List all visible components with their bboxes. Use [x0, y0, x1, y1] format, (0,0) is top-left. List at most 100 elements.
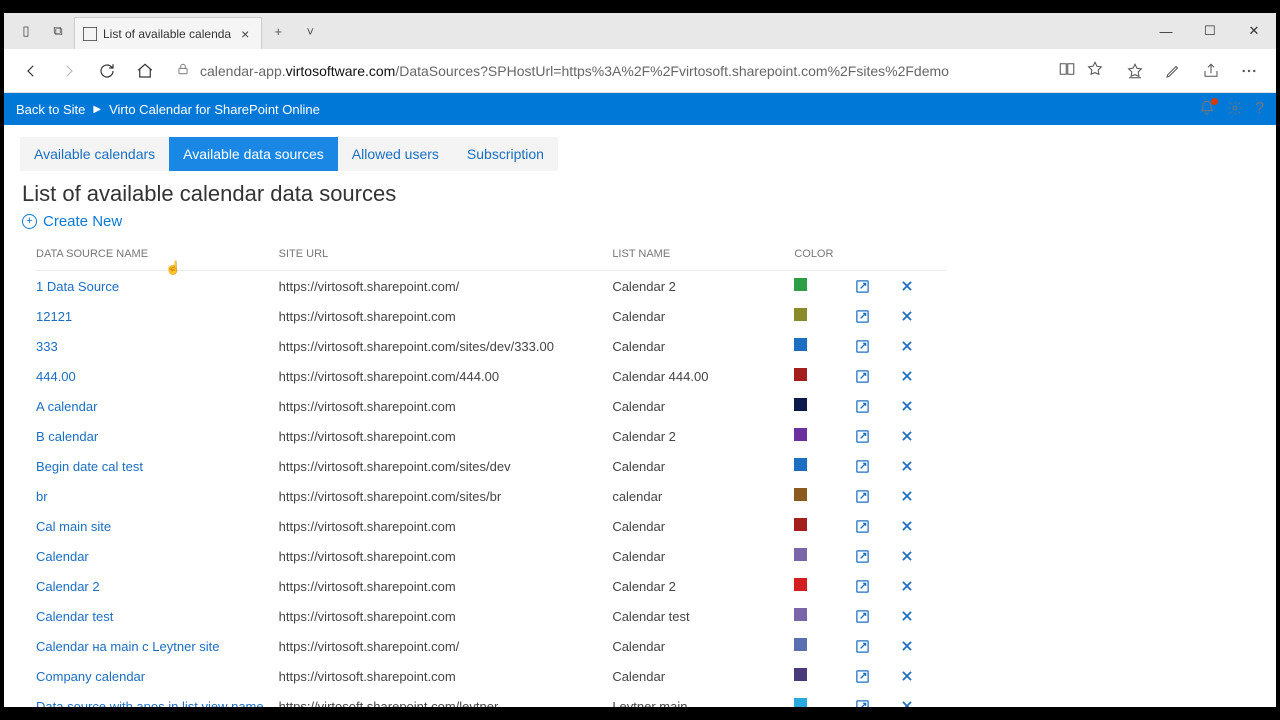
delete-button[interactable] [900, 421, 946, 451]
ds-name-link[interactable]: Company calendar [36, 661, 279, 691]
app-name-link[interactable]: Virto Calendar for SharePoint Online [109, 102, 320, 117]
ds-name-link[interactable]: Calendar [36, 541, 279, 571]
home-button[interactable] [128, 54, 162, 88]
table-row: Calendar testhttps://virtosoft.sharepoin… [36, 601, 946, 631]
tab-flyout-icon[interactable]: ˅ [294, 24, 326, 39]
table-row: Calendar 2https://virtosoft.sharepoint.c… [36, 571, 946, 601]
ds-name-link[interactable]: Calendar на main с Leytner site [36, 631, 279, 661]
favorite-star-icon[interactable] [1086, 60, 1104, 81]
ds-name-link[interactable]: 333 [36, 331, 279, 361]
page-tab-2[interactable]: Allowed users [338, 137, 453, 171]
tab-title: List of available calenda [103, 27, 231, 41]
delete-button[interactable] [900, 451, 946, 481]
ds-name-link[interactable]: Begin date cal test [36, 451, 279, 481]
ds-list: Calendar [612, 541, 794, 571]
edit-button[interactable] [855, 511, 901, 541]
col-color[interactable]: Color [794, 242, 855, 271]
ds-site: https://virtosoft.sharepoint.com [279, 571, 613, 601]
edit-button[interactable] [855, 451, 901, 481]
browser-tab[interactable]: List of available calenda × [74, 17, 262, 49]
table-row: 444.00https://virtosoft.sharepoint.com/4… [36, 361, 946, 391]
ds-color [794, 331, 855, 361]
edit-button[interactable] [855, 691, 901, 707]
page-tab-3[interactable]: Subscription [453, 137, 558, 171]
delete-button[interactable] [900, 301, 946, 331]
delete-button[interactable] [900, 631, 946, 661]
ds-site: https://virtosoft.sharepoint.com [279, 661, 613, 691]
share-icon[interactable] [1194, 54, 1228, 88]
delete-button[interactable] [900, 661, 946, 691]
ds-list: Calendar [612, 301, 794, 331]
edit-button[interactable] [855, 421, 901, 451]
edit-button[interactable] [855, 301, 901, 331]
address-bar[interactable]: calendar-app.virtosoftware.com/DataSourc… [166, 55, 1114, 87]
back-button[interactable] [14, 54, 48, 88]
edit-button[interactable] [855, 271, 901, 302]
ds-name-link[interactable]: 444.00 [36, 361, 279, 391]
ds-name-link[interactable]: 1 Data Source [36, 271, 279, 302]
ds-name-link[interactable]: Cal main site [36, 511, 279, 541]
reading-view-icon[interactable] [1058, 60, 1076, 81]
page-title: List of available calendar data sources [22, 181, 1276, 207]
more-icon[interactable] [1232, 54, 1266, 88]
ds-list: Calendar [612, 451, 794, 481]
delete-button[interactable] [900, 331, 946, 361]
favicon-icon [83, 27, 97, 41]
edit-button[interactable] [855, 541, 901, 571]
edit-button[interactable] [855, 601, 901, 631]
edit-button[interactable] [855, 361, 901, 391]
close-tab-icon[interactable]: × [237, 26, 253, 42]
delete-button[interactable] [900, 601, 946, 631]
new-tab-button[interactable]: + [262, 24, 294, 39]
forward-button[interactable] [52, 54, 86, 88]
maximize-button[interactable]: ☐ [1188, 17, 1232, 45]
ds-name-link[interactable]: 12121 [36, 301, 279, 331]
delete-button[interactable] [900, 481, 946, 511]
minimize-button[interactable]: — [1144, 17, 1188, 45]
table-row: B calendarhttps://virtosoft.sharepoint.c… [36, 421, 946, 451]
col-site[interactable]: Site URL [279, 242, 613, 271]
ds-site: https://virtosoft.sharepoint.com [279, 421, 613, 451]
edit-button[interactable] [855, 571, 901, 601]
ds-name-link[interactable]: br [36, 481, 279, 511]
back-to-site-link[interactable]: Back to Site [16, 102, 85, 117]
col-list[interactable]: List Name [612, 242, 794, 271]
close-window-button[interactable]: ✕ [1232, 17, 1276, 45]
delete-button[interactable] [900, 391, 946, 421]
edit-button[interactable] [855, 331, 901, 361]
delete-button[interactable] [900, 541, 946, 571]
ds-name-link[interactable]: Data source with apos in list view name [36, 691, 279, 707]
help-icon[interactable]: ? [1255, 100, 1264, 118]
delete-button[interactable] [900, 571, 946, 601]
settings-gear-icon[interactable] [1227, 100, 1243, 119]
favorites-list-icon[interactable] [1118, 54, 1152, 88]
ds-name-link[interactable]: A calendar [36, 391, 279, 421]
ds-list: Calendar [612, 631, 794, 661]
ds-list: Calendar [612, 391, 794, 421]
ds-color [794, 631, 855, 661]
col-name[interactable]: Data Source Name [36, 242, 279, 271]
table-row: Data source with apos in list view nameh… [36, 691, 946, 707]
delete-button[interactable] [900, 271, 946, 302]
ds-name-link[interactable]: Calendar 2 [36, 571, 279, 601]
delete-button[interactable] [900, 361, 946, 391]
notes-icon[interactable] [1156, 54, 1190, 88]
edit-button[interactable] [855, 631, 901, 661]
edit-button[interactable] [855, 481, 901, 511]
ds-name-link[interactable]: B calendar [36, 421, 279, 451]
ds-name-link[interactable]: Calendar test [36, 601, 279, 631]
page-tab-1[interactable]: Available data sources [169, 137, 338, 171]
refresh-button[interactable] [90, 54, 124, 88]
notifications-icon[interactable] [1199, 100, 1215, 119]
delete-button[interactable] [900, 691, 946, 707]
create-new-button[interactable]: + Create New [22, 213, 1276, 230]
ds-color [794, 451, 855, 481]
tab-actions-icon[interactable]: ▯ [10, 17, 42, 45]
edit-button[interactable] [855, 391, 901, 421]
tab-preview-icon[interactable]: ⧉ [42, 17, 74, 45]
delete-button[interactable] [900, 511, 946, 541]
ds-site: https://virtosoft.sharepoint.com [279, 601, 613, 631]
edit-button[interactable] [855, 661, 901, 691]
page-content: Available calendarsAvailable data source… [4, 125, 1276, 707]
page-tab-0[interactable]: Available calendars [20, 137, 169, 171]
